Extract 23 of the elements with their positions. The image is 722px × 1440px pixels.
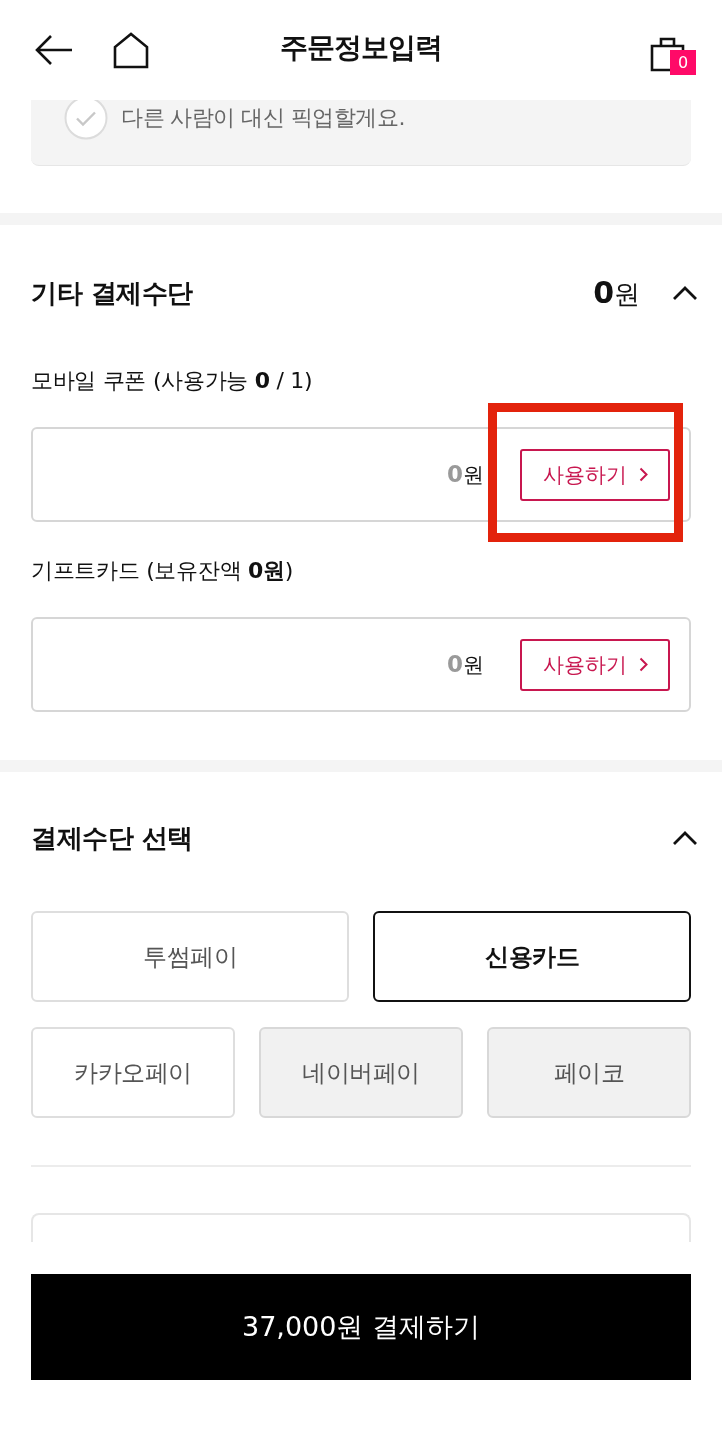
total-amount: 0원 bbox=[593, 274, 640, 312]
payment-option[interactable]: 투썸페이 bbox=[31, 911, 349, 1002]
use-button[interactable]: 사용하기 bbox=[520, 448, 670, 501]
amount-value: 0원 bbox=[447, 460, 484, 489]
chevron-up-icon[interactable] bbox=[672, 285, 698, 301]
chevron-up-icon[interactable] bbox=[672, 830, 698, 846]
section-title: 결제수단 선택 bbox=[31, 821, 194, 855]
field-label: 기프트카드 (보유잔액 0원) bbox=[31, 557, 294, 585]
section-title: 기타 결제수단 bbox=[31, 276, 194, 310]
pickup-option-label: 다른 사람이 대신 픽업할게요. bbox=[121, 104, 405, 132]
amount-value: 0원 bbox=[447, 650, 484, 679]
use-button[interactable]: 사용하기 bbox=[520, 638, 670, 691]
page-title: 주문정보입력 bbox=[280, 29, 442, 66]
chevron-right-icon bbox=[638, 657, 648, 672]
payment-option[interactable]: 신용카드 bbox=[373, 911, 691, 1002]
field-label: 모바일 쿠폰 (사용가능 0 / 1) bbox=[31, 367, 314, 395]
cart-button[interactable]: 0 bbox=[650, 36, 697, 76]
payment-option[interactable]: 카카오페이 bbox=[31, 1027, 235, 1118]
pay-button[interactable]: 37,000원 결제하기 bbox=[31, 1274, 691, 1380]
back-arrow-icon[interactable] bbox=[35, 34, 73, 66]
cart-count-badge: 0 bbox=[670, 50, 696, 75]
chevron-right-icon bbox=[638, 467, 648, 482]
home-icon[interactable] bbox=[113, 31, 149, 69]
